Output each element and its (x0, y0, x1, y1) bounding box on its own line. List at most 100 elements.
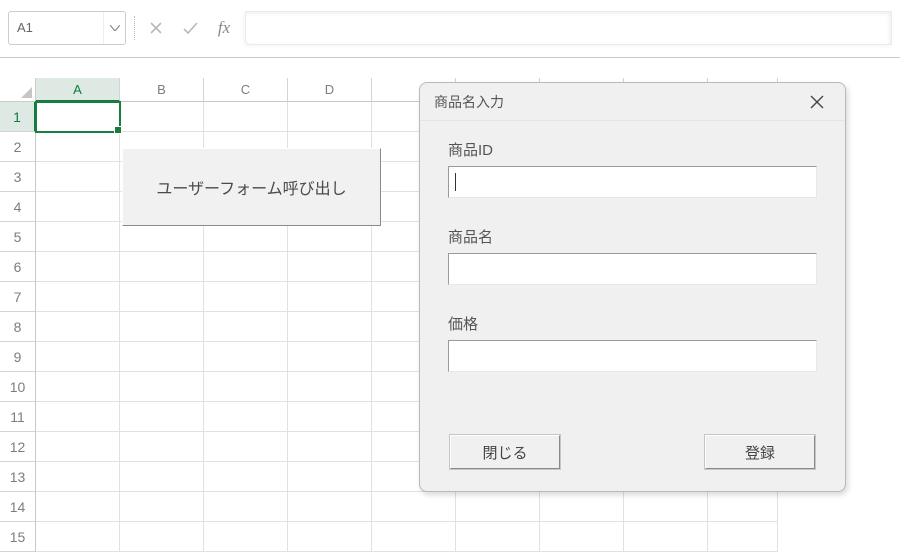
cell[interactable] (540, 522, 624, 552)
cell[interactable] (624, 522, 708, 552)
cell[interactable] (204, 222, 288, 252)
row-header[interactable]: 8 (0, 312, 36, 342)
cell[interactable] (288, 402, 372, 432)
column-header[interactable]: D (288, 78, 372, 102)
cell[interactable] (36, 312, 120, 342)
cell[interactable] (36, 222, 120, 252)
cell[interactable] (372, 522, 456, 552)
row-header[interactable]: 11 (0, 402, 36, 432)
cell[interactable] (288, 432, 372, 462)
name-box[interactable]: A1 (8, 11, 126, 45)
column-header[interactable]: C (204, 78, 288, 102)
cell[interactable] (204, 462, 288, 492)
cell[interactable] (540, 492, 624, 522)
cell[interactable] (120, 282, 204, 312)
row-header[interactable]: 1 (0, 102, 36, 132)
cell[interactable] (120, 522, 204, 552)
cell[interactable] (120, 342, 204, 372)
cell[interactable] (288, 282, 372, 312)
cell[interactable] (204, 282, 288, 312)
cell[interactable] (120, 492, 204, 522)
cell[interactable] (36, 162, 120, 192)
cell[interactable] (120, 372, 204, 402)
cell[interactable] (36, 432, 120, 462)
enter-formula-icon[interactable] (177, 15, 203, 41)
cell[interactable] (624, 492, 708, 522)
cell[interactable] (204, 102, 288, 132)
cell[interactable] (288, 222, 372, 252)
cell[interactable] (204, 252, 288, 282)
price-input[interactable] (455, 347, 810, 365)
cell[interactable] (36, 252, 120, 282)
separator (134, 16, 135, 40)
cell[interactable] (288, 342, 372, 372)
cell[interactable] (204, 492, 288, 522)
cell[interactable] (204, 432, 288, 462)
column-header[interactable]: A (36, 78, 120, 102)
cell[interactable] (120, 222, 204, 252)
product-name-input[interactable] (455, 260, 810, 278)
cell[interactable] (36, 402, 120, 432)
row-header[interactable]: 10 (0, 372, 36, 402)
cell[interactable] (36, 462, 120, 492)
cell[interactable] (36, 522, 120, 552)
cell[interactable] (288, 312, 372, 342)
row-header[interactable]: 7 (0, 282, 36, 312)
product-id-input[interactable] (456, 173, 810, 191)
cell[interactable] (204, 342, 288, 372)
register-button[interactable]: 登録 (705, 435, 815, 469)
cell[interactable] (288, 372, 372, 402)
cell[interactable] (120, 432, 204, 462)
close-icon[interactable] (803, 88, 831, 116)
userform-titlebar[interactable]: 商品名入力 (420, 83, 845, 121)
cell[interactable] (120, 312, 204, 342)
cell[interactable] (36, 492, 120, 522)
cell[interactable] (36, 282, 120, 312)
row-headers: 123456789101112131415 (0, 102, 36, 552)
product-name-field[interactable] (448, 253, 817, 285)
cell[interactable] (120, 252, 204, 282)
cell[interactable] (204, 312, 288, 342)
cell[interactable] (120, 102, 204, 132)
close-button[interactable]: 閉じる (450, 435, 560, 469)
cell[interactable] (120, 462, 204, 492)
select-all-cell[interactable] (0, 78, 36, 102)
cell[interactable] (36, 102, 120, 132)
cell[interactable] (288, 492, 372, 522)
chevron-down-icon[interactable] (103, 12, 125, 44)
cell[interactable] (708, 522, 778, 552)
column-header[interactable]: B (120, 78, 204, 102)
cell[interactable] (36, 342, 120, 372)
cancel-formula-icon[interactable] (143, 15, 169, 41)
row-header[interactable]: 13 (0, 462, 36, 492)
cell[interactable] (708, 492, 778, 522)
row-header[interactable]: 15 (0, 522, 36, 552)
cell[interactable] (288, 522, 372, 552)
userform-launch-button[interactable]: ユーザーフォーム呼び出し (122, 148, 381, 226)
cell[interactable] (36, 372, 120, 402)
cell[interactable] (36, 132, 120, 162)
row-header[interactable]: 14 (0, 492, 36, 522)
cell[interactable] (288, 462, 372, 492)
row-header[interactable]: 2 (0, 132, 36, 162)
cell[interactable] (204, 522, 288, 552)
price-field[interactable] (448, 340, 817, 372)
cell[interactable] (204, 402, 288, 432)
cell[interactable] (36, 192, 120, 222)
formula-input[interactable] (245, 11, 892, 45)
cell[interactable] (372, 492, 456, 522)
cell[interactable] (456, 492, 540, 522)
row-header[interactable]: 9 (0, 342, 36, 372)
cell[interactable] (204, 372, 288, 402)
product-id-field[interactable] (448, 166, 817, 198)
row-header[interactable]: 4 (0, 192, 36, 222)
fx-icon[interactable]: fx (211, 15, 237, 41)
row-header[interactable]: 3 (0, 162, 36, 192)
row-header[interactable]: 12 (0, 432, 36, 462)
row-header[interactable]: 6 (0, 252, 36, 282)
row-header[interactable]: 5 (0, 222, 36, 252)
cell[interactable] (288, 252, 372, 282)
cell[interactable] (456, 522, 540, 552)
cell[interactable] (288, 102, 372, 132)
cell[interactable] (120, 402, 204, 432)
